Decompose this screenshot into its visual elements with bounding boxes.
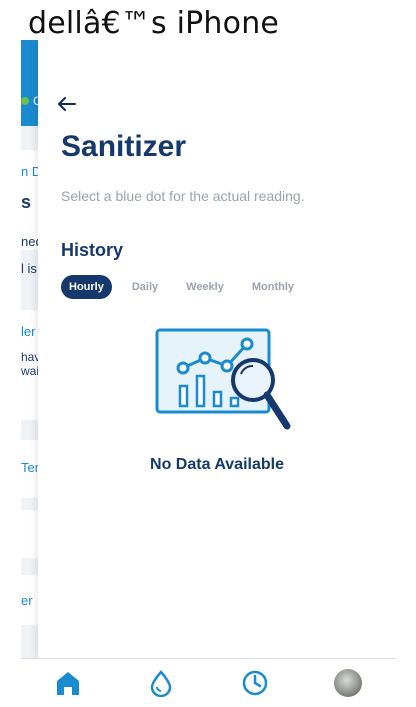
background-text: ler <box>21 324 36 339</box>
water-drop-icon <box>150 670 172 697</box>
page-title: Sanitizer <box>61 130 187 163</box>
sanitizer-panel: Sanitizer Select a blue dot for the actu… <box>38 40 396 658</box>
home-icon <box>57 672 79 695</box>
clock-icon <box>242 670 268 696</box>
bottom-navigation <box>21 658 396 707</box>
background-text: er <box>21 593 33 608</box>
back-button[interactable] <box>58 92 88 116</box>
app-screen: C n D s ned l is ler have wait Tem er Sa… <box>21 40 396 707</box>
background-text: s <box>21 192 32 212</box>
nav-profile[interactable] <box>332 667 364 699</box>
tab-daily[interactable]: Daily <box>124 275 166 299</box>
background-text: l is <box>21 261 37 276</box>
tab-monthly[interactable]: Monthly <box>244 275 302 299</box>
no-data-label: No Data Available <box>150 456 284 473</box>
history-title: History <box>61 240 124 260</box>
history-tabs: Hourly Daily Weekly Monthly <box>61 275 314 299</box>
nav-home[interactable] <box>52 667 84 699</box>
tab-weekly[interactable]: Weekly <box>178 275 232 299</box>
nav-history[interactable] <box>239 667 271 699</box>
status-dot <box>21 97 29 105</box>
tab-hourly[interactable]: Hourly <box>61 275 112 299</box>
nav-water[interactable] <box>145 667 177 699</box>
chart-magnifier-icon <box>155 328 291 430</box>
avatar-icon <box>334 669 362 697</box>
page-subtitle: Select a blue dot for the actual reading… <box>61 188 305 204</box>
arrow-left-icon <box>58 97 76 111</box>
window-title: dellâ€™s iPhone <box>28 6 280 41</box>
